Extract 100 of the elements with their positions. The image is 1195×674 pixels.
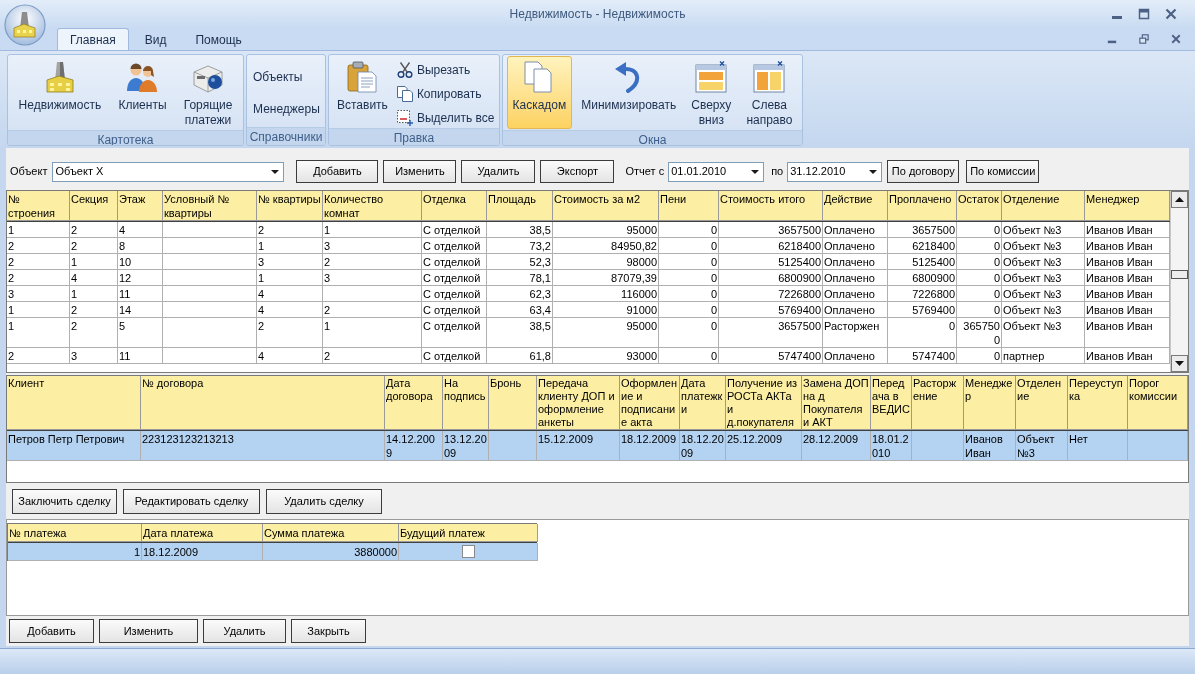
table-cell: 2 [7,348,70,364]
table-cell: 1 [8,543,142,561]
table-cell: 15.12.2009 [537,431,620,461]
table-row[interactable]: 1 2 14 4 2 С отделкой 63,4 91000 0 5769400 Оплачено 5769400 0 Объект №3 Иванов Иван [7,302,1170,318]
column-header: Менеджер [964,376,1016,430]
column-header: Сумма платежа [263,524,399,542]
vertical-scrollbar[interactable] [1170,191,1188,372]
column-header: Переуступка [1068,376,1128,430]
hot-payments-button[interactable]: Горящие платежи [177,56,239,129]
table-cell: 13.12.2009 [443,431,489,461]
table-cell: 18.01.2010 [871,431,912,461]
column-header: Клиент [7,376,141,430]
add-button[interactable]: Добавить [9,619,94,643]
edit-button[interactable]: Изменить [383,160,457,183]
table-cell: 61,8 [487,348,553,364]
table-cell: 18.12.2009 [680,431,726,461]
edit-button[interactable]: Изменить [99,619,198,643]
table-cell: Петров Петр Петрович [7,431,141,461]
real-estate-button[interactable]: Недвижимость [12,56,108,129]
tile-horizontal-button[interactable]: Слева направо [740,56,799,129]
table-cell: 28.12.2009 [802,431,871,461]
column-header: Отделение [1002,191,1085,221]
table-row[interactable]: 1 2 4 2 1 С отделкой 38,5 95000 0 3657500 Оплачено 3657500 0 Объект №3 Иванов Иван [7,222,1170,238]
table-cell: 0 [659,348,719,364]
add-button[interactable]: Добавить [296,160,379,183]
minimize-windows-button[interactable]: Минимизировать [575,56,683,129]
table-row[interactable]: 1 18.12.2009 3880000 [8,543,537,561]
ribbon-tab[interactable]: Помощь [182,28,255,50]
deal-button[interactable]: Редактировать сделку [123,489,260,514]
column-header: № платежа [8,524,142,542]
dropdown-arrow-icon[interactable] [271,169,280,174]
date-from-picker[interactable]: 01.01.2010 [668,161,765,182]
clipboard-icon [346,61,379,93]
copy-button[interactable]: Копировать [393,84,498,103]
scissors-icon [396,61,413,78]
close-form-button[interactable]: Закрыть [291,619,366,643]
delete-button[interactable]: Удалить [461,160,536,183]
people-icon [126,61,159,93]
paste-button[interactable]: Вставить [331,56,394,127]
table-row[interactable]: 2 3 11 4 2 С отделкой 61,8 93000 0 5747400 Оплачено 5747400 0 партнер Иванов Иван [7,348,1170,364]
checkbox[interactable] [461,545,475,558]
column-header: № строения [7,191,70,221]
column-header: Стоимость за м2 [553,191,659,221]
window-title: Недвижимость - Недвижимость [509,6,686,23]
cut-button[interactable]: Вырезать [393,60,498,79]
tile-vertical-button[interactable]: Сверху вниз [685,56,738,129]
report-to-label: по [771,164,784,180]
column-header: Площадь [487,191,553,221]
dropdown-arrow-icon[interactable] [751,169,760,174]
object-label: Объект [10,164,48,180]
column-header: Отделка [422,191,487,221]
table-cell: Иванов Иван [964,431,1016,461]
table-row[interactable]: Петров Петр Петрович 223123123213213 14.12.2009 13.12.2009 15.12.2009 18.12.2009 18.12.2009 25.12.2009 28.12.2009 18.01.2010 Иванов Иван Объект №3 Нет [7,431,1188,461]
table-cell: 3880000 [263,543,399,561]
table-cell: Оплачено [823,348,888,364]
column-header: Условный № квартиры [163,191,257,221]
report-button[interactable]: По договору [887,160,960,183]
delete-button[interactable]: Удалить [203,619,286,643]
column-header: Получение из РОСТа АКТа и д.покупателя [726,376,802,430]
close-icon[interactable] [1171,34,1181,44]
cascade-button[interactable]: Каскадом [506,56,573,129]
dropdown-arrow-icon[interactable] [869,169,878,174]
table-row[interactable]: 2 2 8 1 3 С отделкой 73,2 84950,82 0 6218400 Оплачено 6218400 0 Объект №3 Иванов Иван [7,238,1170,254]
objects-button[interactable]: Объекты [249,67,324,86]
table-cell: 93000 [553,348,659,364]
column-header: Дата платежа [142,524,263,542]
deal-button[interactable]: Удалить сделку [266,489,382,514]
column-header: Остаток [957,191,1002,221]
table-row[interactable]: 1 2 5 2 1 С отделкой 38,5 95000 0 3657500 Расторжен 0 3657500 Объект №3 Иванов Иван [7,318,1170,348]
table-cell: 223123123213213 [141,431,385,461]
column-header: Порог комиссии [1128,376,1188,430]
managers-button[interactable]: Менеджеры [249,99,324,118]
table-cell: С отделкой [422,348,487,364]
tiled-windows-icon [695,61,728,93]
group-label: Окна [638,131,667,145]
column-header: Секция [70,191,118,221]
report-button[interactable]: По комиссии [966,160,1040,183]
column-header: № квартиры [257,191,323,221]
scrollbar-thumb[interactable] [1171,270,1188,279]
table-row[interactable]: 2 1 10 3 2 С отделкой 52,3 98000 0 5125400 Оплачено 5125400 0 Объект №3 Иванов Иван [7,254,1170,270]
report-from-label: Отчет с [625,164,665,180]
table-row[interactable]: 3 1 11 4 С отделкой 62,3 116000 0 7226800 Оплачено 7226800 0 Объект №3 Иванов Иван [7,286,1170,302]
export-button[interactable]: Экспорт [540,160,615,183]
select-all-button[interactable]: Выделить все [393,108,498,127]
table-cell: партнер [1002,348,1085,364]
table-row[interactable]: 2 4 12 1 3 С отделкой 78,1 87079,39 0 6800900 Оплачено 6800900 0 Объект №3 Иванов Иван [7,270,1170,286]
ribbon-tab[interactable]: Вид [131,28,180,50]
date-to-picker[interactable]: 31.12.2010 [787,161,883,182]
table-cell: 5747400 [888,348,957,364]
close-icon[interactable] [1165,8,1177,20]
deal-button[interactable]: Заключить сделку [12,489,117,514]
table-cell: Объект №3 [1016,431,1068,461]
clients-button[interactable]: Клиенты [112,56,173,129]
ribbon-tab[interactable]: Главная [57,28,129,50]
column-header: Дата договора [385,376,443,430]
restore-icon[interactable] [1139,34,1149,44]
column-header: Проплачено [888,191,957,221]
column-header: Количество комнат [323,191,422,221]
object-dropdown[interactable]: Объект X [52,161,285,182]
maximize-icon[interactable] [1138,8,1150,20]
